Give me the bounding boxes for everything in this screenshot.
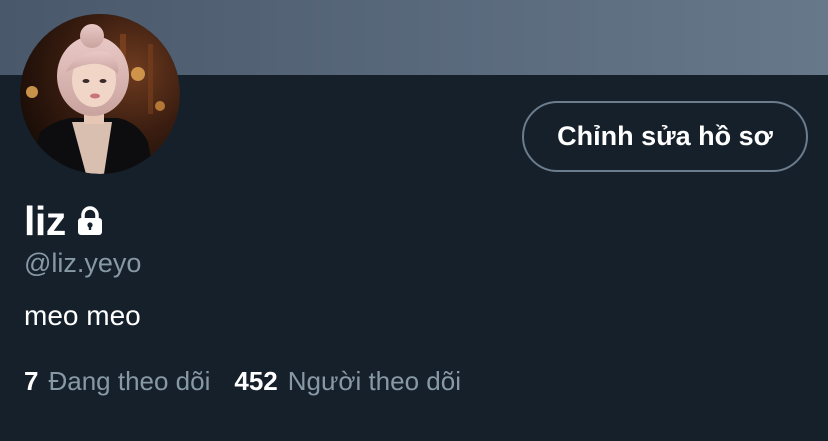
followers-label: Người theo dõi — [287, 366, 461, 396]
following-label: Đang theo dõi — [48, 366, 211, 396]
profile-handle: @liz.yeyo — [24, 248, 142, 278]
followers-count: 452 — [234, 366, 278, 396]
display-name: liz — [24, 197, 66, 244]
profile-bio: meo meo — [24, 300, 141, 331]
lock-icon — [74, 205, 106, 237]
profile-stats: 7 Đang theo dõi 452 Người theo dõi — [24, 366, 461, 397]
avatar[interactable] — [20, 14, 180, 174]
edit-profile-button[interactable]: Chỉnh sửa hồ sơ — [522, 101, 808, 172]
name-row: liz — [24, 196, 106, 246]
following-link[interactable]: 7 Đang theo dõi — [24, 366, 210, 397]
following-count: 7 — [24, 366, 39, 396]
followers-link[interactable]: 452 Người theo dõi — [234, 366, 461, 397]
avatar-photo — [20, 14, 180, 174]
